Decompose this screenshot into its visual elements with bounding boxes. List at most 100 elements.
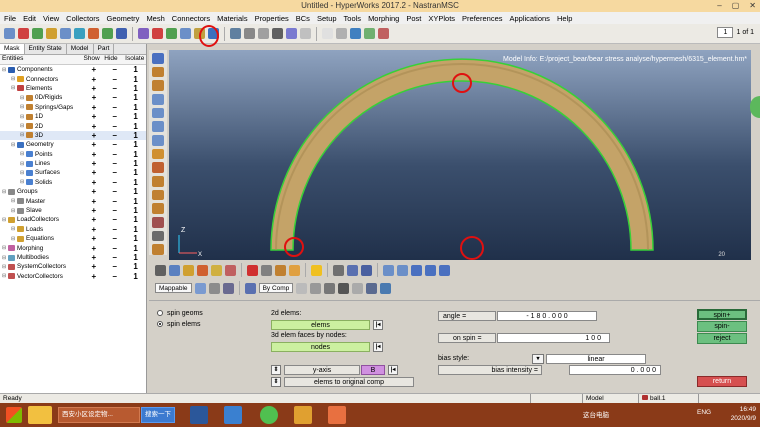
bias-style-value[interactable]: linear	[546, 354, 646, 364]
view-tool-icon[interactable]	[152, 107, 164, 119]
page-input[interactable]: 1	[717, 27, 734, 38]
cube-icon[interactable]	[366, 282, 378, 294]
display-tool-icon[interactable]	[347, 264, 358, 276]
display-tool-icon[interactable]	[211, 264, 222, 276]
browser-hide-toggle[interactable]: –	[104, 168, 125, 177]
browser-iso-toggle[interactable]: 1	[125, 93, 146, 102]
toolbar-tool-icon[interactable]	[18, 28, 29, 39]
return-button[interactable]: return	[697, 376, 747, 387]
browser-iso-toggle[interactable]: 1	[125, 178, 146, 187]
browser-row[interactable]: ⊟ 2D + –1	[0, 121, 146, 131]
browser-row[interactable]: ⊟ Morphing + –1	[0, 243, 146, 253]
browser-row[interactable]: ⊟ Equations + –1	[0, 234, 146, 243]
browser-row[interactable]: ⊟ 3D + –1	[0, 130, 146, 141]
browser-hide-toggle[interactable]: –	[104, 234, 125, 243]
toolbar-tool-icon[interactable]	[300, 28, 311, 39]
monitor-icon[interactable]	[380, 282, 392, 294]
browser-hide-toggle[interactable]: –	[104, 65, 125, 74]
tab-part[interactable]: Part	[94, 44, 115, 54]
menu-help[interactable]: Help	[557, 14, 572, 23]
tab-entity-state[interactable]: Entity State	[25, 44, 67, 54]
view-tool-icon[interactable]	[152, 121, 164, 133]
browser-show-toggle[interactable]: +	[84, 159, 105, 168]
browser-hide-toggle[interactable]: –	[104, 253, 125, 262]
browser-hide-toggle[interactable]: –	[104, 206, 125, 215]
browser-show-toggle[interactable]: +	[84, 178, 105, 187]
browser-show-toggle[interactable]: +	[83, 84, 104, 93]
spin-minus-button[interactable]: spin-	[697, 321, 747, 332]
browser-iso-toggle[interactable]: 1	[125, 122, 146, 131]
toolbar-tool-icon[interactable]	[336, 28, 347, 39]
browser-row[interactable]: ⊟ Multibodies + –1	[0, 253, 146, 262]
browser-iso-toggle[interactable]: 1	[125, 272, 146, 281]
display-tool-icon[interactable]	[311, 264, 322, 276]
browser-row[interactable]: ⊟ Loads + –1	[0, 225, 146, 234]
maximize-icon[interactable]: ▢	[732, 0, 740, 12]
browser-row[interactable]: ⊟ 0D/Rigids + –1	[0, 93, 146, 102]
b-reset-icon[interactable]: |◂	[388, 365, 398, 375]
browser-iso-toggle[interactable]: 1	[125, 159, 146, 168]
browser-iso-toggle[interactable]: 1	[125, 150, 146, 159]
browser-iso-toggle[interactable]: 1	[125, 112, 146, 121]
taskbar-item-search[interactable]: 搜索一下	[141, 407, 175, 423]
view-icon[interactable]	[194, 282, 206, 294]
browser-hide-toggle[interactable]: –	[104, 244, 125, 253]
browser-iso-toggle[interactable]: 1	[125, 65, 146, 74]
browser-hide-toggle[interactable]: –	[104, 159, 125, 168]
menu-bcs[interactable]: BCs	[296, 14, 310, 23]
browser-iso-toggle[interactable]: 1	[125, 131, 146, 140]
browser-show-toggle[interactable]: +	[83, 253, 104, 262]
tray-clock[interactable]: 16:49 2020/9/9	[731, 405, 756, 423]
b-selector[interactable]: B	[361, 365, 385, 375]
browser-iso-toggle[interactable]: 1	[125, 168, 146, 177]
mappable-dropdown[interactable]: Mappable	[155, 283, 192, 293]
display-tool-icon[interactable]	[425, 264, 436, 276]
display-tool-icon[interactable]	[289, 264, 300, 276]
bias-style-dropdown-icon[interactable]: ▾	[532, 354, 544, 364]
browser-row[interactable]: ⊟ VectorCollectors + –1	[0, 272, 146, 281]
browser-show-toggle[interactable]: +	[83, 225, 104, 234]
browser-iso-toggle[interactable]: 1	[125, 187, 146, 196]
browser-hide-toggle[interactable]: –	[104, 178, 125, 187]
browser-iso-toggle[interactable]: 1	[125, 253, 146, 262]
view-tool-icon[interactable]	[152, 148, 164, 160]
close-icon[interactable]: ✕	[749, 0, 756, 12]
browser-show-toggle[interactable]: +	[84, 168, 105, 177]
toolbar-tool-icon[interactable]	[46, 28, 57, 39]
menu-geometry[interactable]: Geometry	[107, 14, 140, 23]
solid-icon[interactable]	[222, 282, 234, 294]
browser-iso-toggle[interactable]: 1	[125, 75, 146, 84]
browser-show-toggle[interactable]: +	[83, 140, 104, 149]
toolbar-tool-icon[interactable]	[32, 28, 43, 39]
display-tool-icon[interactable]	[439, 264, 450, 276]
toolbar-tool-icon[interactable]	[152, 28, 163, 39]
browser-row[interactable]: ⊟ Lines + –1	[0, 159, 146, 168]
browser-show-toggle[interactable]: +	[84, 112, 105, 121]
browser-hide-toggle[interactable]: –	[104, 75, 125, 84]
graphics-area[interactable]: Model Info: E:/project_bear/bear stress …	[169, 50, 751, 260]
browser-hide-toggle[interactable]: –	[104, 112, 125, 121]
browser-show-toggle[interactable]: +	[83, 262, 104, 271]
tab-model[interactable]: Model	[67, 44, 94, 54]
browser-show-toggle[interactable]: +	[83, 197, 104, 206]
browser-hide-toggle[interactable]: –	[104, 140, 125, 149]
radio-spin-elems[interactable]: spin elems	[157, 321, 200, 328]
toolbar-tool-icon[interactable]	[74, 28, 85, 39]
toolbar-tool-icon[interactable]	[116, 28, 127, 39]
toolbar-tool-icon[interactable]	[244, 28, 255, 39]
toolbar-tool-icon[interactable]	[138, 28, 149, 39]
browser-iso-toggle[interactable]: 1	[125, 234, 146, 243]
display-tool-icon[interactable]	[333, 264, 344, 276]
browser-iso-toggle[interactable]: 1	[125, 84, 146, 93]
radio-spin-geoms[interactable]: spin geoms	[157, 310, 203, 317]
browser-show-toggle[interactable]: +	[83, 187, 104, 196]
browser-show-toggle[interactable]: +	[83, 75, 104, 84]
menu-applications[interactable]: Applications	[509, 14, 549, 23]
browser-row[interactable]: ⊟ Points + –1	[0, 150, 146, 159]
minimize-icon[interactable]: –	[717, 0, 721, 12]
on-spin-input[interactable]: 1 0 0	[497, 333, 610, 343]
menu-materials[interactable]: Materials	[217, 14, 247, 23]
toolbar-tool-icon[interactable]	[230, 28, 241, 39]
browser-hide-toggle[interactable]: –	[104, 187, 125, 196]
toolbar-tool-icon[interactable]	[350, 28, 361, 39]
